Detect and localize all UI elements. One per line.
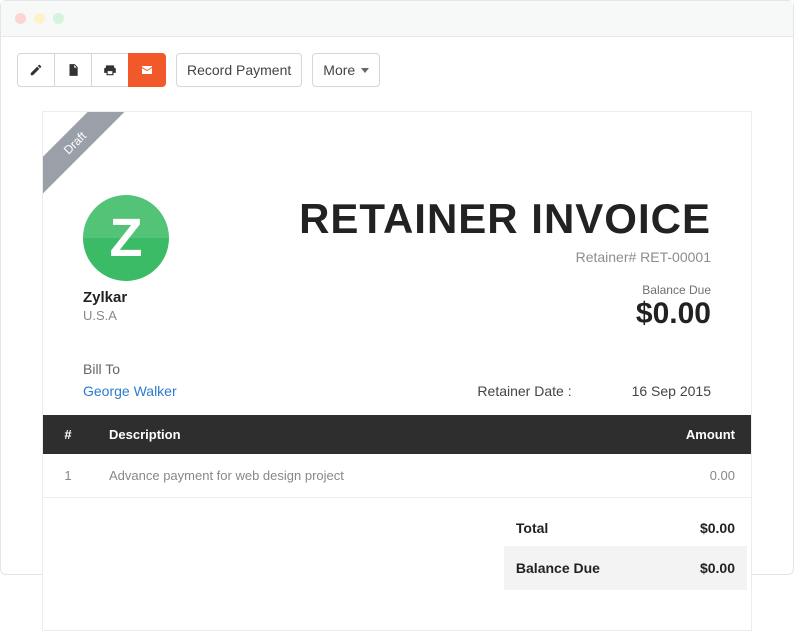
minimize-dot[interactable] — [34, 13, 45, 24]
cell-num: 1 — [43, 454, 93, 498]
invoice-card: Draft Z Zylkar U.S.A RETAINER INVOICE Re… — [42, 111, 752, 631]
cell-desc: Advance payment for web design project — [93, 454, 631, 498]
col-desc: Description — [93, 415, 631, 454]
col-amount: Amount — [631, 415, 751, 454]
email-button[interactable] — [128, 53, 166, 87]
company-name: Zylkar — [83, 289, 169, 306]
printer-icon — [102, 63, 118, 77]
total-value: $0.00 — [700, 520, 735, 536]
col-num: # — [43, 415, 93, 454]
bill-to-name[interactable]: George Walker — [83, 383, 177, 399]
company-logo: Z — [83, 195, 169, 281]
totals-block: Total $0.00 Balance Due $0.00 — [516, 510, 751, 630]
table-row: 1 Advance payment for web design project… — [43, 454, 751, 498]
logo-letter: Z — [110, 207, 143, 269]
bill-to-label: Bill To — [83, 361, 177, 377]
zoom-dot[interactable] — [53, 13, 64, 24]
more-label: More — [323, 62, 355, 78]
action-button-group — [17, 53, 166, 87]
balance-due-row-label: Balance Due — [516, 560, 600, 576]
more-button[interactable]: More — [312, 53, 380, 87]
edit-button[interactable] — [17, 53, 55, 87]
print-button[interactable] — [91, 53, 129, 87]
retainer-date-value: 16 Sep 2015 — [632, 383, 711, 399]
line-items-table: # Description Amount 1 Advance payment f… — [43, 415, 751, 498]
invoice-number: Retainer# RET-00001 — [299, 249, 711, 265]
record-payment-button[interactable]: Record Payment — [176, 53, 302, 87]
total-label: Total — [516, 520, 548, 536]
caret-down-icon — [361, 68, 369, 73]
mail-icon — [139, 64, 155, 76]
close-dot[interactable] — [15, 13, 26, 24]
company-country: U.S.A — [83, 308, 169, 323]
invoice-title: RETAINER INVOICE — [299, 195, 711, 243]
pdf-button[interactable] — [54, 53, 92, 87]
balance-due-label: Balance Due — [299, 283, 711, 297]
balance-due-row-value: $0.00 — [700, 560, 735, 576]
toolbar: Record Payment More — [17, 53, 777, 87]
file-pdf-icon — [66, 62, 80, 78]
cell-amount: 0.00 — [631, 454, 751, 498]
pencil-icon — [29, 63, 43, 77]
record-payment-label: Record Payment — [187, 62, 291, 78]
window-titlebar — [1, 1, 793, 37]
retainer-date-label: Retainer Date : — [477, 383, 571, 399]
balance-due-value: $0.00 — [299, 297, 711, 331]
